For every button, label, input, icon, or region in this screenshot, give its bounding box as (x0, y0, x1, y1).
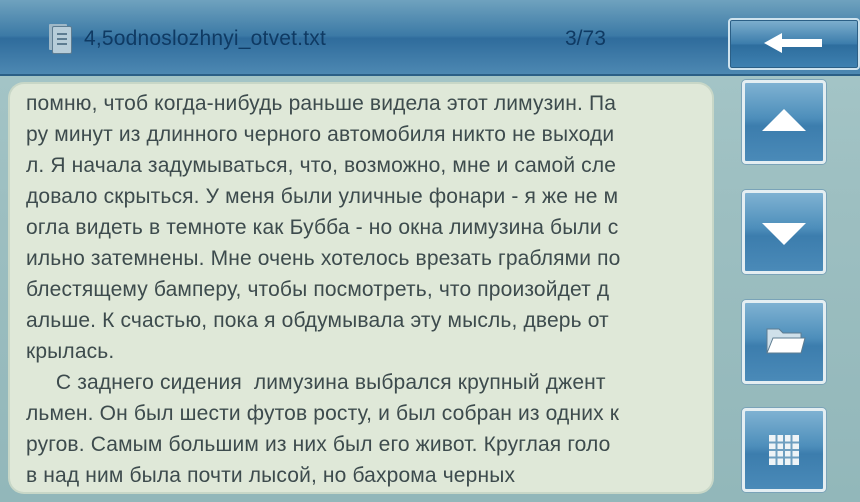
text-line: ильно затемнены. Мне очень хотелось врез… (26, 247, 621, 270)
text-line: огла видеть в темноте как Бубба - но окн… (26, 216, 619, 239)
text-line: л. Я начала задумываться, что, возможно,… (26, 154, 617, 177)
document-icon (52, 26, 72, 54)
text-line: довало скрыться. У меня были уличные фон… (26, 185, 619, 208)
file-name: 4,5odnoslozhnyi_otvet.txt (84, 27, 326, 50)
text-line: С заднего сидения лимузина выбрался круп… (26, 371, 606, 394)
text-line: альше. К счастью, пока я обдумывала эту … (26, 309, 609, 332)
text-line: ругов. Самым большим из них был его живо… (26, 433, 611, 456)
scroll-down-button[interactable] (742, 190, 826, 274)
triangle-down-icon (762, 223, 806, 245)
triangle-up-icon (762, 109, 806, 131)
scroll-up-button[interactable] (742, 80, 826, 164)
reader-screen: 4,5odnoslozhnyi_otvet.txt 3/73 помню, чт… (0, 0, 860, 502)
title-bar: 4,5odnoslozhnyi_otvet.txt 3/73 (0, 0, 860, 76)
folder-icon (766, 328, 806, 354)
text-line: льмен. Он был шести футов росту, и был с… (26, 402, 620, 425)
page-counter: 3/73 (565, 27, 606, 50)
menu-grid-button[interactable] (742, 408, 826, 492)
text-line: блестящему бамперу, чтобы посмотреть, чт… (26, 278, 610, 301)
text-line: помню, чтоб когда-нибудь раньше видела э… (26, 92, 617, 115)
text-line: ру минут из длинного черного автомобиля … (26, 123, 615, 146)
text-line: в над ним была почти лысой, но бахрома ч… (26, 464, 516, 487)
open-folder-button[interactable] (742, 300, 826, 384)
arrow-left-icon (764, 33, 822, 53)
text-panel[interactable]: помню, чтоб когда-нибудь раньше видела э… (10, 84, 712, 492)
text-line: крылась. (26, 340, 115, 363)
grid-icon (769, 435, 799, 465)
back-button[interactable] (728, 18, 860, 70)
